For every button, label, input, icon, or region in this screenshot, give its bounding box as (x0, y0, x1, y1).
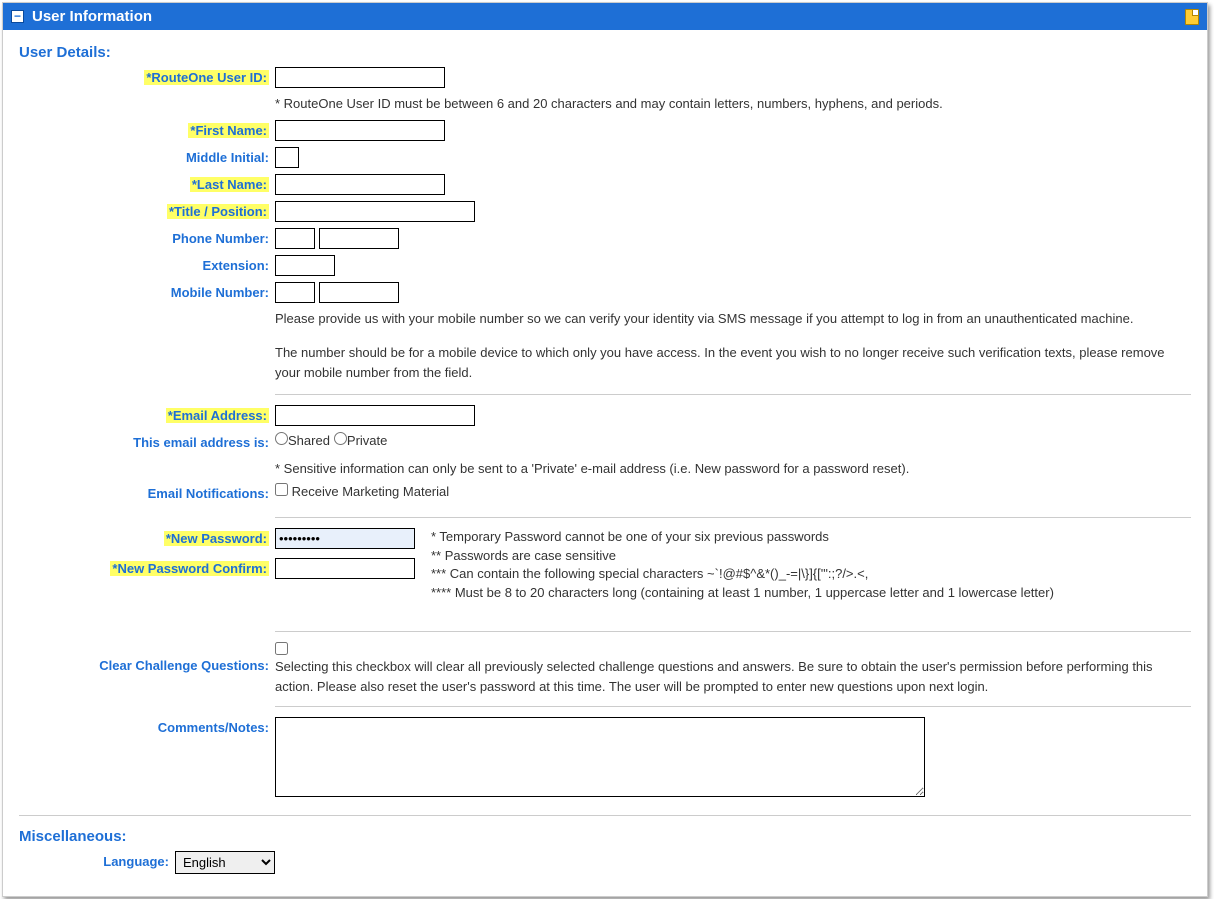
label-email-notifications: Email Notifications: (19, 483, 275, 501)
label-middle-initial: Middle Initial: (19, 147, 275, 165)
label-mobile-number: Mobile Number: (19, 282, 275, 300)
helper-mobile-2: The number should be for a mobile device… (275, 343, 1175, 383)
label-email-address: *Email Address: (166, 408, 269, 423)
label-last-name: *Last Name: (190, 177, 269, 192)
document-icon[interactable] (1185, 9, 1199, 25)
label-first-name: *First Name: (188, 123, 269, 138)
extension-input[interactable] (275, 255, 335, 276)
panel-header: − User Information (3, 3, 1207, 30)
label-comments: Comments/Notes: (19, 717, 275, 735)
label-clear-challenge: Clear Challenge Questions: (19, 642, 275, 673)
separator-4 (275, 706, 1191, 707)
label-new-password-confirm: *New Password Confirm: (110, 561, 269, 576)
receive-marketing-checkbox[interactable] (275, 483, 288, 496)
label-routeone-user-id: *RouteOne User ID: (144, 70, 269, 85)
routeone-user-id-input[interactable] (275, 67, 445, 88)
label-extension: Extension: (19, 255, 275, 273)
phone-area-input[interactable] (275, 228, 315, 249)
email-address-input[interactable] (275, 405, 475, 426)
mobile-number-input[interactable] (319, 282, 399, 303)
separator-2 (275, 517, 1191, 518)
first-name-input[interactable] (275, 120, 445, 141)
comments-textarea[interactable] (275, 717, 925, 797)
language-select[interactable]: English (175, 851, 275, 874)
radio-label-private: Private (347, 433, 387, 448)
collapse-icon[interactable]: − (11, 10, 24, 23)
separator-1 (275, 394, 1191, 395)
helper-user-id-rule: * RouteOne User ID must be between 6 and… (275, 94, 1175, 114)
helper-clear-challenge: Selecting this checkbox will clear all p… (275, 657, 1175, 696)
pw-rule-1: * Temporary Password cannot be one of yo… (431, 528, 1054, 547)
helper-mobile-1: Please provide us with your mobile numbe… (275, 309, 1175, 329)
new-password-input[interactable] (275, 528, 415, 549)
pw-rule-4: **** Must be 8 to 20 characters long (co… (431, 584, 1054, 603)
email-type-private-radio[interactable] (334, 432, 347, 445)
email-type-shared-radio[interactable] (275, 432, 288, 445)
separator-3 (275, 631, 1191, 632)
radio-label-shared: Shared (288, 433, 330, 448)
mobile-area-input[interactable] (275, 282, 315, 303)
section-miscellaneous: Miscellaneous: (19, 828, 1191, 845)
helper-email-privacy: * Sensitive information can only be sent… (275, 459, 1175, 479)
last-name-input[interactable] (275, 174, 445, 195)
label-phone-number: Phone Number: (19, 228, 275, 246)
label-email-type: This email address is: (19, 432, 275, 450)
label-title-position: *Title / Position: (167, 204, 269, 219)
panel-title: User Information (32, 8, 1185, 25)
section-user-details: User Details: (19, 44, 1191, 61)
user-information-panel: − User Information User Details: *RouteO… (2, 2, 1208, 897)
panel-body: User Details: *RouteOne User ID: * Route… (3, 30, 1207, 896)
phone-number-input[interactable] (319, 228, 399, 249)
checkbox-label-marketing: Receive Marketing Material (292, 484, 450, 499)
new-password-confirm-input[interactable] (275, 558, 415, 579)
clear-challenge-checkbox[interactable] (275, 642, 288, 655)
middle-initial-input[interactable] (275, 147, 299, 168)
label-new-password: *New Password: (164, 531, 269, 546)
title-position-input[interactable] (275, 201, 475, 222)
